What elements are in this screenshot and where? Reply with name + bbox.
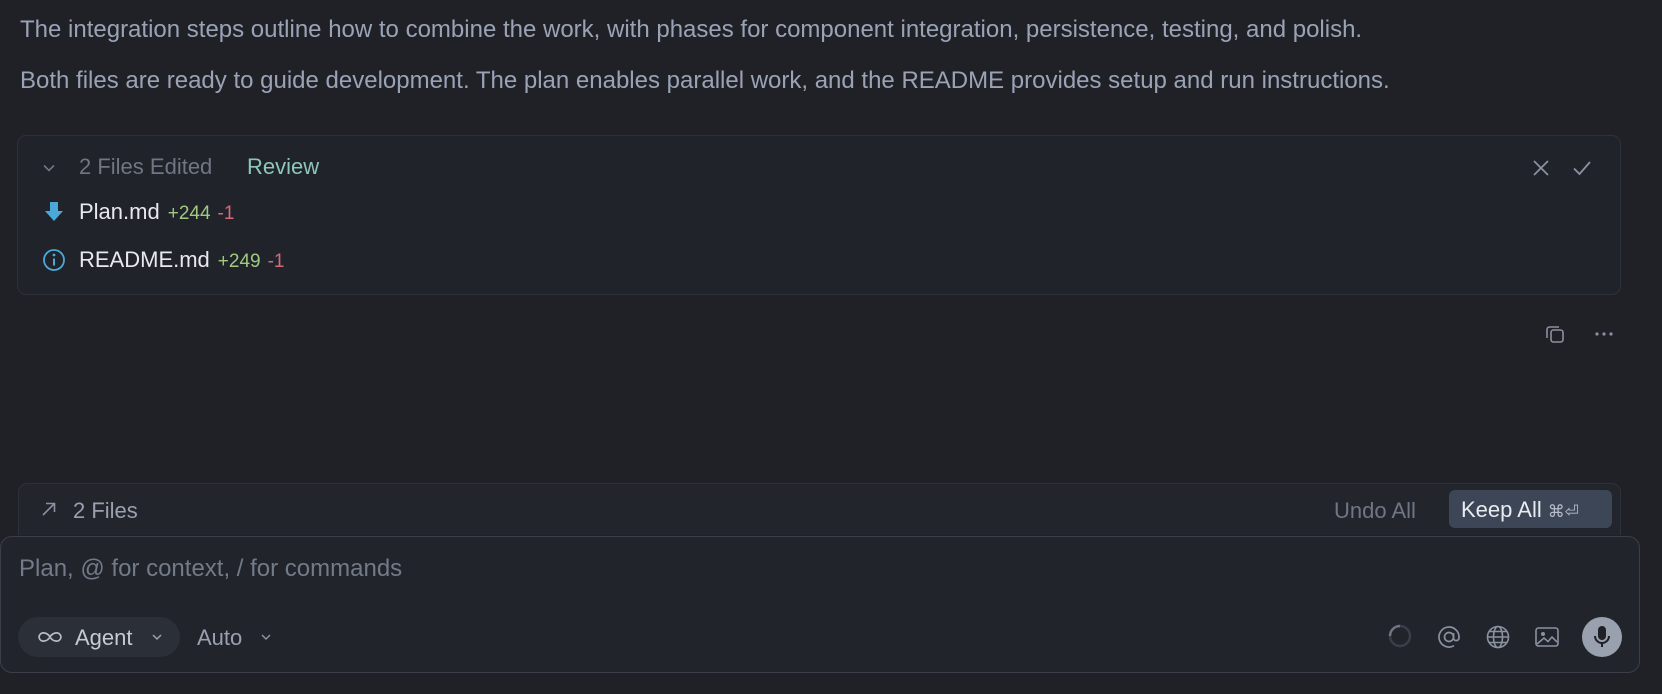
file-row[interactable]: Plan.md +244 -1 bbox=[18, 196, 1620, 230]
chevron-down-icon[interactable] bbox=[42, 161, 56, 175]
mode-selector[interactable]: Agent bbox=[18, 617, 180, 657]
lines-removed: -1 bbox=[267, 251, 285, 272]
files-count[interactable]: 2 Files bbox=[73, 498, 138, 524]
download-arrow-icon bbox=[45, 202, 63, 221]
keep-all-button[interactable]: Keep All ⌘⏎ bbox=[1449, 490, 1612, 528]
microphone-button[interactable] bbox=[1582, 617, 1622, 657]
lines-removed: -1 bbox=[217, 203, 235, 224]
lines-added: +244 bbox=[167, 203, 211, 224]
chat-composer: Agent Auto bbox=[0, 536, 1640, 673]
pending-files-bar: 2 Files Undo All Keep All ⌘⏎ bbox=[18, 483, 1621, 535]
keep-all-label: Keep All bbox=[1461, 497, 1542, 522]
chevron-down-icon bbox=[152, 634, 162, 641]
message-paragraph: Both files are ready to guide developmen… bbox=[20, 67, 1390, 94]
copy-icon[interactable] bbox=[1543, 322, 1567, 346]
info-icon bbox=[43, 249, 65, 271]
infinity-icon bbox=[38, 632, 62, 642]
files-edited-header: 2 Files Edited Review bbox=[18, 153, 1620, 185]
chat-input[interactable] bbox=[19, 555, 1519, 583]
globe-icon[interactable] bbox=[1484, 623, 1512, 651]
lines-added: +249 bbox=[217, 251, 261, 272]
reject-all-icon[interactable] bbox=[1528, 155, 1554, 181]
chevron-down-icon bbox=[261, 634, 271, 641]
undo-all-button[interactable]: Undo All bbox=[1334, 498, 1416, 524]
accept-all-icon[interactable] bbox=[1569, 155, 1595, 181]
review-link[interactable]: Review bbox=[247, 154, 319, 180]
file-name[interactable]: README.md bbox=[79, 247, 210, 272]
at-mention-icon[interactable] bbox=[1435, 623, 1463, 651]
microphone-icon bbox=[1594, 626, 1610, 647]
loading-spinner-icon bbox=[1388, 624, 1412, 648]
model-label: Auto bbox=[197, 625, 243, 650]
more-options-icon[interactable] bbox=[1592, 322, 1616, 346]
message-paragraph: The integration steps outline how to com… bbox=[20, 16, 1363, 43]
image-icon[interactable] bbox=[1533, 623, 1561, 651]
keep-all-shortcut: ⌘⏎ bbox=[1547, 502, 1579, 521]
files-edited-title: 2 Files Edited bbox=[79, 154, 213, 179]
file-name[interactable]: Plan.md bbox=[79, 199, 160, 224]
mode-label: Agent bbox=[75, 625, 133, 650]
file-row[interactable]: README.md +249 -1 bbox=[18, 244, 1620, 278]
expand-arrow-icon[interactable] bbox=[39, 499, 59, 519]
files-edited-panel: 2 Files Edited Review Plan.md +244 -1 READ… bbox=[17, 135, 1621, 295]
model-selector[interactable]: Auto bbox=[197, 625, 287, 657]
